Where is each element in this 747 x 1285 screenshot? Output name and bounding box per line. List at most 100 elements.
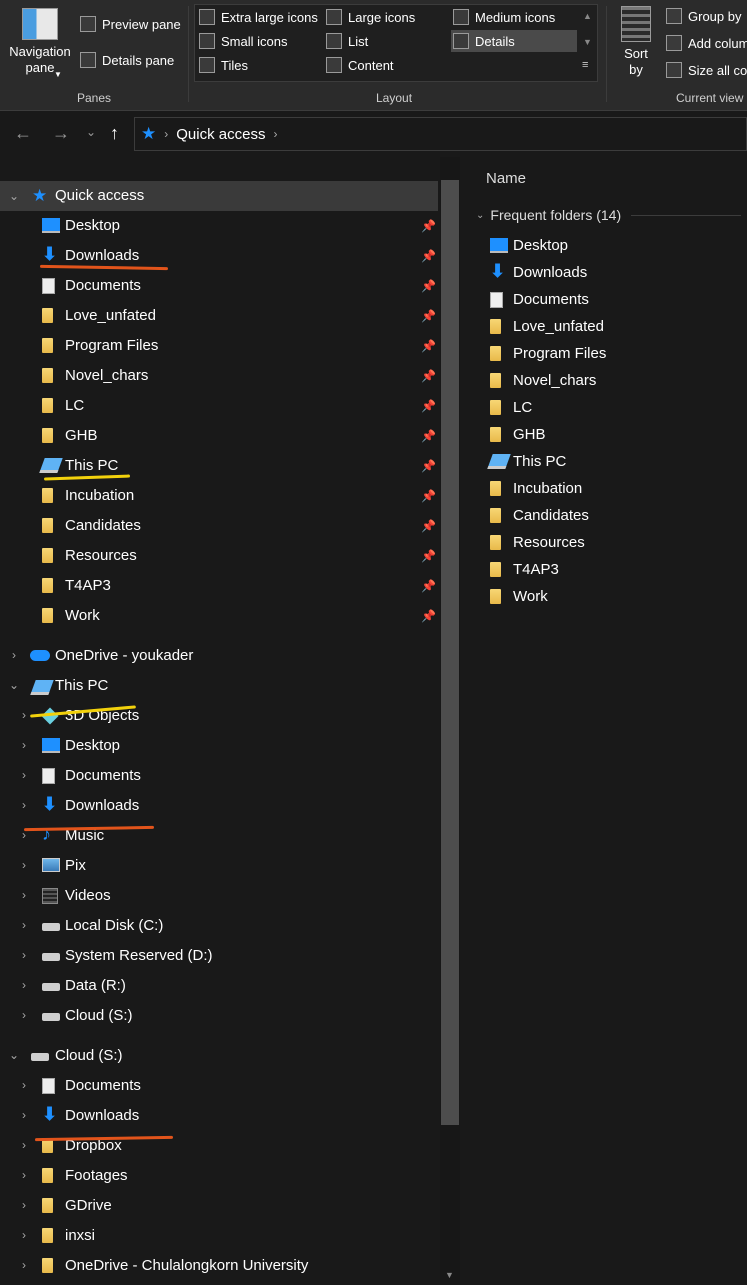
pin-icon[interactable]: 📌 xyxy=(421,489,436,503)
cloud-item-downloads[interactable]: › ⬇ Downloads xyxy=(0,1101,438,1131)
chevron-right-icon[interactable]: › xyxy=(18,1168,30,1182)
nav-item-quick-access[interactable]: ⌄ ★ Quick access xyxy=(0,181,438,211)
quick-access-item-incubation[interactable]: Incubation 📌 xyxy=(0,481,438,511)
chevron-right-icon[interactable]: › xyxy=(18,1198,30,1212)
chevron-right-icon[interactable]: › xyxy=(18,918,30,932)
chevron-right-icon[interactable]: › xyxy=(18,1258,30,1272)
nav-item-cloud-s[interactable]: ⌄ Cloud (S:) xyxy=(0,1041,438,1071)
layout-list[interactable]: List xyxy=(326,33,368,49)
pin-icon[interactable]: 📌 xyxy=(421,339,436,353)
breadcrumb-quick-access[interactable]: Quick access xyxy=(176,126,265,143)
chevron-right-icon[interactable]: › xyxy=(18,948,30,962)
file-item-this-pc[interactable]: This PC xyxy=(462,449,747,476)
pin-icon[interactable]: 📌 xyxy=(421,399,436,413)
this-pc-item-3d-objects[interactable]: › 3D Objects xyxy=(0,701,438,731)
pin-icon[interactable]: 📌 xyxy=(421,579,436,593)
chevron-down-icon[interactable]: ⌄ xyxy=(8,1048,20,1062)
nav-item-onedrive[interactable]: › OneDrive - youkader xyxy=(0,641,438,671)
cloud-item-onedrive-chulalongkorn-university[interactable]: › OneDrive - Chulalongkorn University xyxy=(0,1251,438,1281)
layout-tiles[interactable]: Tiles xyxy=(199,57,248,73)
this-pc-item-downloads[interactable]: › ⬇ Downloads xyxy=(0,791,438,821)
pin-icon[interactable]: 📌 xyxy=(421,519,436,533)
column-header-name[interactable]: Name xyxy=(486,170,526,187)
file-item-ghb[interactable]: GHB xyxy=(462,422,747,449)
quick-access-item-novel-chars[interactable]: Novel_chars 📌 xyxy=(0,361,438,391)
quick-access-item-desktop[interactable]: Desktop 📌 xyxy=(0,211,438,241)
this-pc-item-system-reserved-d[interactable]: › System Reserved (D:) xyxy=(0,941,438,971)
file-item-work[interactable]: Work xyxy=(462,584,747,611)
file-item-resources[interactable]: Resources xyxy=(462,530,747,557)
chevron-right-icon[interactable]: › xyxy=(8,648,20,662)
chevron-down-icon[interactable]: ⌄ xyxy=(8,189,20,203)
chevron-right-icon[interactable]: › xyxy=(18,1108,30,1122)
navigation-pane-button[interactable]: Navigation pane ▼ xyxy=(6,6,74,86)
file-item-documents[interactable]: Documents xyxy=(462,287,747,314)
details-pane-button[interactable]: Details pane xyxy=(80,52,174,68)
chevron-down-icon[interactable]: ⌄ xyxy=(8,678,20,692)
pin-icon[interactable]: 📌 xyxy=(421,279,436,293)
chevron-right-icon[interactable]: › xyxy=(273,127,277,141)
nav-item-this-pc[interactable]: ⌄ This PC xyxy=(0,671,438,701)
gallery-scroll-down-icon[interactable]: ▼ xyxy=(583,37,592,47)
pin-icon[interactable]: 📌 xyxy=(421,249,436,263)
quick-access-item-t4ap3[interactable]: T4AP3 📌 xyxy=(0,571,438,601)
recent-locations-chevron-icon[interactable]: ⌄ xyxy=(86,125,96,139)
this-pc-item-cloud-s[interactable]: › Cloud (S:) xyxy=(0,1001,438,1031)
cloud-item-gdrive[interactable]: › GDrive xyxy=(0,1191,438,1221)
nav-scrollbar-thumb[interactable] xyxy=(441,180,459,1125)
layout-details[interactable]: Details xyxy=(451,30,577,52)
file-item-t4ap3[interactable]: T4AP3 xyxy=(462,557,747,584)
chevron-right-icon[interactable]: › xyxy=(18,1008,30,1022)
chevron-right-icon[interactable]: › xyxy=(18,1138,30,1152)
layout-extra-large-icons[interactable]: Extra large icons xyxy=(199,9,318,25)
file-item-love-unfated[interactable]: Love_unfated xyxy=(462,314,747,341)
group-header[interactable]: ⌄ Frequent folders (14) xyxy=(476,207,742,223)
chevron-right-icon[interactable]: › xyxy=(18,858,30,872)
chevron-right-icon[interactable]: › xyxy=(18,768,30,782)
add-columns-button[interactable]: Add colum xyxy=(666,35,747,51)
cloud-item-documents[interactable]: › Documents xyxy=(0,1071,438,1101)
quick-access-item-ghb[interactable]: GHB 📌 xyxy=(0,421,438,451)
this-pc-item-documents[interactable]: › Documents xyxy=(0,761,438,791)
pin-icon[interactable]: 📌 xyxy=(421,549,436,563)
preview-pane-button[interactable]: Preview pane xyxy=(80,16,181,32)
forward-arrow-icon[interactable]: → xyxy=(52,123,70,144)
file-item-lc[interactable]: LC xyxy=(462,395,747,422)
file-item-candidates[interactable]: Candidates xyxy=(462,503,747,530)
cloud-item-inxsi[interactable]: › inxsi xyxy=(0,1221,438,1251)
layout-content[interactable]: Content xyxy=(326,57,394,73)
quick-access-item-candidates[interactable]: Candidates 📌 xyxy=(0,511,438,541)
back-arrow-icon[interactable]: ← xyxy=(14,123,32,144)
this-pc-item-local-disk-c[interactable]: › Local Disk (C:) xyxy=(0,911,438,941)
layout-small-icons[interactable]: Small icons xyxy=(199,33,287,49)
chevron-right-icon[interactable]: › xyxy=(18,798,30,812)
this-pc-item-music[interactable]: › ♪ Music xyxy=(0,821,438,851)
pin-icon[interactable]: 📌 xyxy=(421,219,436,233)
cloud-item-dropbox[interactable]: › Dropbox xyxy=(0,1131,438,1161)
file-item-desktop[interactable]: Desktop xyxy=(462,233,747,260)
group-by-button[interactable]: Group by xyxy=(666,8,741,24)
gallery-scroll-up-icon[interactable]: ▲ xyxy=(583,11,592,21)
quick-access-item-lc[interactable]: LC 📌 xyxy=(0,391,438,421)
chevron-right-icon[interactable]: › xyxy=(18,1078,30,1092)
file-item-incubation[interactable]: Incubation xyxy=(462,476,747,503)
gallery-expand-icon[interactable]: ≡ xyxy=(582,59,588,71)
file-item-novel-chars[interactable]: Novel_chars xyxy=(462,368,747,395)
pin-icon[interactable]: 📌 xyxy=(421,429,436,443)
chevron-right-icon[interactable]: › xyxy=(18,888,30,902)
chevron-right-icon[interactable]: › xyxy=(18,978,30,992)
file-item-downloads[interactable]: ⬇ Downloads xyxy=(462,260,747,287)
up-arrow-icon[interactable]: ↑ xyxy=(110,123,119,144)
size-all-columns-button[interactable]: Size all col xyxy=(666,62,747,78)
this-pc-item-pix[interactable]: › Pix xyxy=(0,851,438,881)
quick-access-item-documents[interactable]: Documents 📌 xyxy=(0,271,438,301)
file-item-program-files[interactable]: Program Files xyxy=(462,341,747,368)
quick-access-item-love-unfated[interactable]: Love_unfated 📌 xyxy=(0,301,438,331)
address-bar[interactable]: ★ › Quick access › xyxy=(134,117,747,151)
layout-medium-icons[interactable]: Medium icons xyxy=(453,9,555,25)
chevron-right-icon[interactable]: › xyxy=(18,1228,30,1242)
sort-by-button[interactable]: Sort by xyxy=(614,4,658,84)
quick-access-item-program-files[interactable]: Program Files 📌 xyxy=(0,331,438,361)
pin-icon[interactable]: 📌 xyxy=(421,309,436,323)
chevron-right-icon[interactable]: › xyxy=(18,738,30,752)
